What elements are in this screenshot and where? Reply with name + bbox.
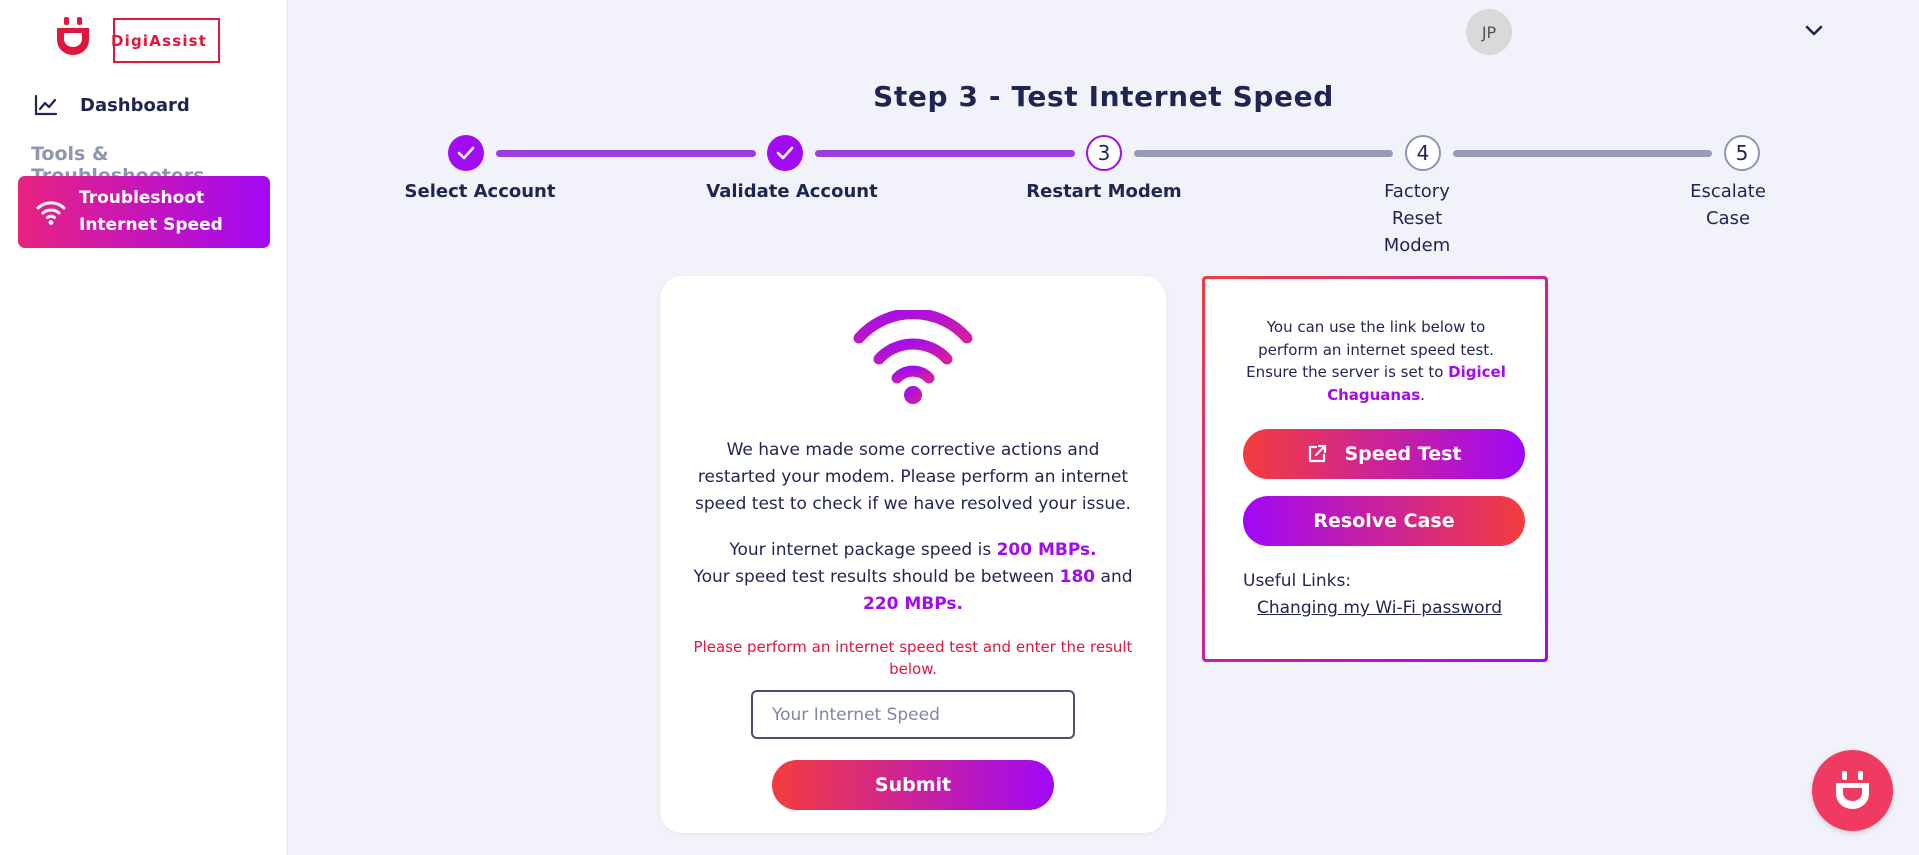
- range-and: and: [1095, 567, 1133, 587]
- step-1-label: Select Account: [404, 181, 556, 202]
- step-3-label: Restart Modem: [1026, 181, 1182, 202]
- wifi-password-link[interactable]: Changing my Wi-Fi password: [1257, 598, 1502, 618]
- help-text-suffix: .: [1420, 385, 1425, 404]
- help-text: You can use the link below to perform an…: [1245, 316, 1507, 406]
- step-2-label: Validate Account: [706, 181, 878, 202]
- package-info: Your internet package speed is 200 MBPs.…: [690, 537, 1136, 618]
- chat-bot-button[interactable]: [1812, 750, 1893, 831]
- check-icon: [776, 146, 794, 160]
- chat-bot-icon: [1836, 771, 1869, 809]
- submit-button[interactable]: Submit: [772, 760, 1054, 810]
- speed-test-help-card: You can use the link below to perform an…: [1202, 276, 1548, 662]
- step-4-label: Factory Reset Modem: [1383, 181, 1451, 256]
- package-prefix: Your internet package speed is: [729, 540, 997, 560]
- stepper-connector-todo: [1134, 150, 1393, 157]
- speed-test-card: We have made some corrective actions and…: [660, 276, 1166, 833]
- range-high: 220 MBPs.: [862, 594, 964, 614]
- speed-input[interactable]: [751, 690, 1075, 739]
- range-low: 180: [1059, 567, 1096, 587]
- step-3-circle[interactable]: 3: [1086, 135, 1122, 171]
- package-speed: 200 MBPs.: [996, 540, 1097, 560]
- resolve-case-button[interactable]: Resolve Case: [1243, 496, 1525, 546]
- step-5-circle: 5: [1724, 135, 1760, 171]
- step-2-circle[interactable]: [767, 135, 803, 171]
- stepper-connector-done: [815, 150, 1075, 157]
- range-prefix: Your speed test results should be betwee…: [693, 567, 1060, 587]
- speed-test-label: Speed Test: [1344, 443, 1462, 465]
- external-link-icon: [1308, 444, 1326, 463]
- speed-test-button[interactable]: Speed Test: [1243, 429, 1525, 479]
- intro-text: We have made some corrective actions and…: [695, 440, 1131, 514]
- warning-text: Please perform an internet speed test an…: [693, 638, 1133, 678]
- step-4-circle: 4: [1405, 135, 1441, 171]
- check-icon: [457, 146, 475, 160]
- stepper-connector-done: [496, 150, 756, 157]
- wifi-icon: [853, 310, 973, 404]
- stepper: 3 4 5 Select Account Validate Account Re…: [0, 0, 1919, 256]
- step-1-circle[interactable]: [448, 135, 484, 171]
- useful-links-label: Useful Links:: [1243, 571, 1352, 591]
- speed-test-help-card-body: You can use the link below to perform an…: [1205, 279, 1545, 659]
- step-5-label: Escalate Case: [1690, 181, 1766, 229]
- stepper-connector-todo: [1453, 150, 1712, 157]
